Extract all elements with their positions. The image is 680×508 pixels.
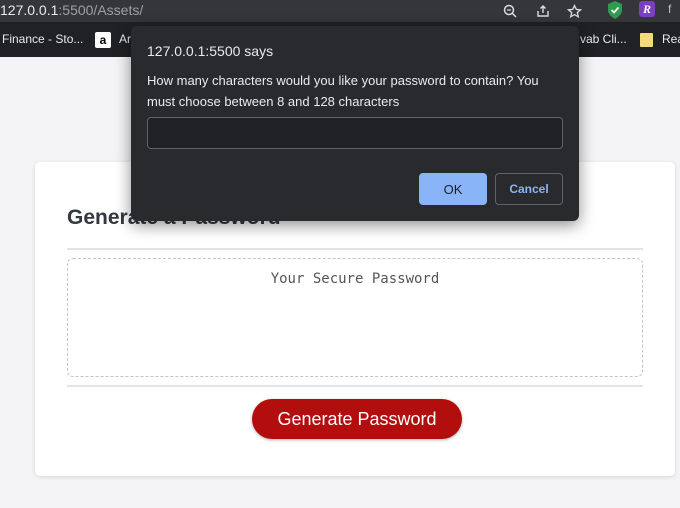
address-bar[interactable]: 127.0.0.1:5500/Assets/ R f [0,0,680,22]
generate-password-button[interactable]: Generate Password [252,399,462,439]
card-divider-bottom [67,385,643,387]
bookmark-schwab[interactable]: vab Cli... [580,32,627,46]
bookmark-amazon[interactable]: Ar [119,32,131,46]
prompt-dialog: 127.0.0.1:5500 says How many characters … [131,26,579,221]
shield-extension-icon[interactable] [606,0,624,20]
cancel-button[interactable]: Cancel [495,173,563,205]
card-divider-top [67,248,643,250]
url-host: 127.0.0.1 [0,2,59,18]
f-extension-icon[interactable]: f [668,2,680,18]
r-extension-icon[interactable]: R [639,1,655,17]
bookmark-star-icon[interactable] [563,0,585,22]
url-path: :5500/Assets/ [58,2,144,18]
bookmark-finance[interactable]: Finance - Sto... [2,32,83,46]
dialog-input[interactable] [147,117,563,149]
password-output[interactable] [67,258,643,377]
amazon-icon[interactable]: a [95,32,111,48]
url-text[interactable]: 127.0.0.1:5500/Assets/ [0,2,143,18]
ok-button[interactable]: OK [419,173,487,205]
dialog-message: How many characters would you like your … [147,73,539,109]
zoom-icon[interactable] [499,0,521,22]
dialog-title: 127.0.0.1:5500 says [147,43,274,59]
share-icon[interactable] [532,0,554,22]
folder-icon [640,33,653,47]
bookmark-read[interactable]: Rea [662,32,680,46]
